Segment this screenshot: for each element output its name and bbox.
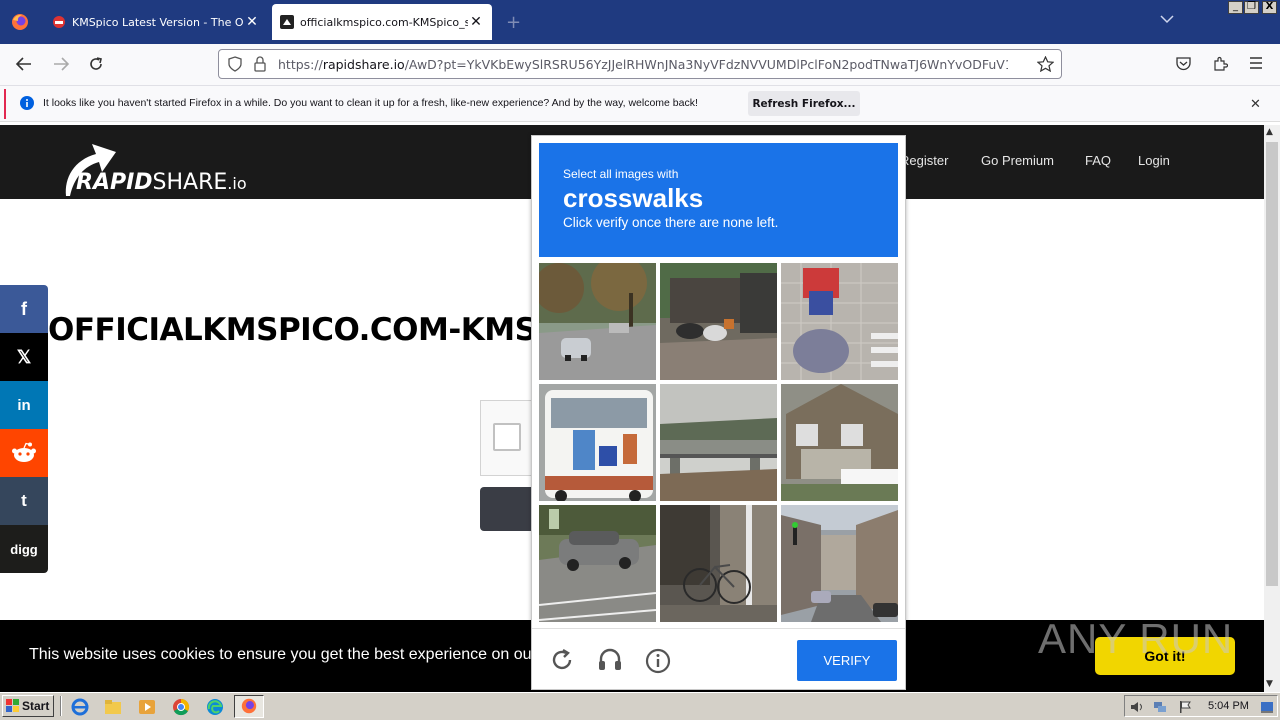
verify-button[interactable]: VERIFY (797, 640, 897, 681)
anyrun-watermark: ANY RUN (1038, 615, 1234, 662)
hamburger-menu-icon[interactable] (1249, 57, 1263, 69)
start-button[interactable]: Start (2, 695, 54, 717)
captcha-tile[interactable] (781, 263, 898, 380)
refresh-challenge-icon[interactable] (550, 648, 574, 672)
url-prefix: https:// (278, 56, 323, 72)
captcha-instruction: Click verify once there are none left. (563, 215, 779, 230)
firefox-menu-icon[interactable] (10, 12, 30, 32)
logo-rapid: RAPID (76, 170, 153, 195)
nav-go-premium[interactable]: Go Premium (981, 153, 1054, 168)
captcha-tile[interactable] (781, 505, 898, 622)
tab-rapidshare[interactable]: officialkmspico.com-KMSpico_setup ✕ (272, 4, 492, 40)
recaptcha-checkbox[interactable] (493, 423, 521, 451)
forward-icon[interactable] (52, 56, 70, 72)
captcha-tile[interactable] (539, 263, 656, 380)
tracking-protection-icon[interactable] (227, 56, 243, 72)
close-notification-icon[interactable]: ✕ (1250, 97, 1261, 112)
notification-message: It looks like you haven't started Firefo… (43, 97, 698, 109)
scroll-up-icon[interactable]: ▲ (1266, 127, 1273, 137)
close-tab-icon[interactable]: ✕ (468, 14, 484, 30)
captcha-tile[interactable] (539, 505, 656, 622)
notification-accent (4, 89, 6, 119)
reddit-icon (12, 442, 36, 462)
share-linkedin[interactable]: in (0, 381, 48, 429)
firefox-taskbar-button[interactable] (234, 695, 264, 718)
start-label: Start (22, 699, 50, 713)
tab-kmspico[interactable]: KMSpico Latest Version - The OFFICIAL ✕ (44, 4, 268, 40)
tab-title: officialkmspico.com-KMSpico_setup (300, 15, 468, 29)
info-icon (20, 96, 34, 110)
info-help-icon[interactable] (645, 648, 671, 674)
kmspico-favicon-icon (52, 15, 66, 29)
captcha-target: crosswalks (563, 183, 704, 213)
captcha-tile[interactable] (660, 505, 777, 622)
firefox-icon (241, 698, 257, 714)
clock: 5:04 PM (1208, 700, 1249, 712)
url-bar[interactable]: https://rapidshare.io/AwD?pt=YkVKbEwySlR… (218, 49, 1062, 79)
rapidshare-logo[interactable]: RAPIDSHARE.io (62, 138, 262, 200)
quick-launch-divider (60, 696, 62, 716)
chrome-icon[interactable] (171, 697, 191, 717)
media-player-icon[interactable] (137, 697, 157, 717)
share-digg[interactable]: digg (0, 525, 48, 573)
refresh-firefox-button[interactable]: Refresh Firefox... (748, 91, 860, 116)
restore-button[interactable]: ❐ (1244, 1, 1259, 14)
bookmark-star-icon[interactable] (1037, 56, 1054, 72)
show-desktop-icon[interactable] (1260, 700, 1274, 714)
captcha-prompt: Select all images with (563, 167, 679, 181)
edge-icon[interactable] (205, 697, 225, 717)
volume-icon[interactable] (1130, 700, 1144, 714)
captcha-footer-divider (532, 628, 905, 629)
page-title: OFFICIALKMSPICO.COM-KMSPICO_SETUP (48, 312, 538, 348)
share-x[interactable]: 𝕏 (0, 333, 48, 381)
share-tumblr[interactable]: t (0, 477, 48, 525)
captcha-tile[interactable] (539, 384, 656, 501)
minimize-button[interactable]: _ (1228, 1, 1243, 14)
logo-io: .io (227, 174, 247, 193)
cookie-text: This website uses cookies to ensure you … (29, 646, 535, 663)
close-tab-icon[interactable]: ✕ (244, 14, 260, 30)
url-path: /AwD?pt=YkVKbEwySlRSRU56YzJJelRHWnJNa3Ny… (404, 56, 1008, 72)
system-tray (1124, 695, 1278, 717)
extensions-icon[interactable] (1212, 56, 1228, 72)
back-icon[interactable] (15, 56, 33, 72)
reload-icon[interactable] (88, 56, 104, 72)
captcha-tile[interactable] (660, 384, 777, 501)
nav-login[interactable]: Login (1138, 153, 1170, 168)
windows-logo-icon (6, 699, 20, 713)
scroll-down-icon[interactable]: ▼ (1266, 679, 1273, 689)
captcha-header: Select all images with crosswalks Click … (539, 143, 898, 257)
scroll-thumb[interactable] (1266, 142, 1278, 586)
taskbar (0, 692, 1280, 720)
share-facebook[interactable]: f (0, 285, 48, 333)
new-tab-icon[interactable]: + (506, 12, 521, 33)
logo-share: SHARE (152, 170, 228, 195)
captcha-tile[interactable] (781, 384, 898, 501)
explorer-icon[interactable] (103, 697, 123, 717)
action-center-flag-icon[interactable] (1178, 700, 1192, 714)
close-window-button[interactable]: X (1262, 1, 1277, 14)
url-domain: rapidshare.io (322, 56, 405, 72)
share-reddit[interactable] (0, 429, 48, 477)
rapidshare-favicon-icon (280, 15, 294, 29)
network-icon[interactable] (1153, 700, 1167, 714)
ie-icon[interactable] (70, 697, 90, 717)
pocket-icon[interactable] (1175, 56, 1192, 72)
captcha-tile[interactable] (660, 263, 777, 380)
nav-faq[interactable]: FAQ (1085, 153, 1111, 168)
audio-challenge-icon[interactable] (597, 647, 623, 673)
lock-icon[interactable] (253, 56, 267, 72)
nav-register[interactable]: Register (900, 153, 948, 168)
list-all-tabs-icon[interactable] (1160, 14, 1174, 24)
tab-title: KMSpico Latest Version - The OFFICIAL (72, 15, 244, 29)
